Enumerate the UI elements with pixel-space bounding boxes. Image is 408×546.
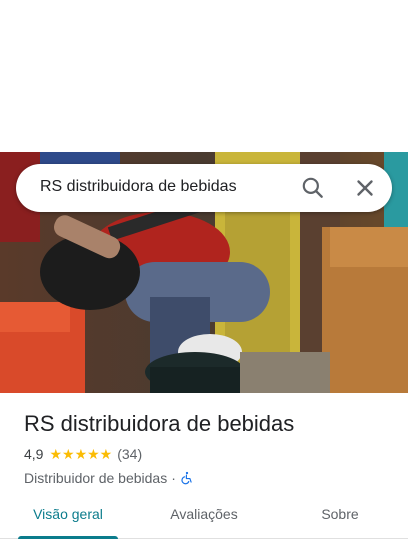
search-query-text[interactable]: RS distribuidora de bebidas: [40, 178, 237, 196]
place-tabs: Visão geral Avaliações Sobre: [0, 493, 408, 539]
search-bar[interactable]: RS distribuidora de bebidas: [16, 164, 392, 212]
review-count[interactable]: (34): [117, 446, 142, 462]
category-row: Distribuidor de bebidas ·: [24, 469, 392, 487]
wheelchair-icon: [181, 471, 192, 485]
place-title: RS distribuidora de bebidas: [24, 411, 295, 436]
separator-dot: ·: [171, 470, 176, 486]
place-info: RS distribuidora de bebidas 4,9 ★★★★★ (3…: [24, 411, 392, 487]
star-rating-icon: ★★★★★: [49, 445, 113, 462]
place-category[interactable]: Distribuidor de bebidas: [24, 470, 167, 486]
close-icon[interactable]: [352, 175, 378, 201]
tab-overview[interactable]: Visão geral: [0, 493, 136, 539]
tab-about[interactable]: Sobre: [272, 493, 408, 538]
tab-reviews[interactable]: Avaliações: [136, 493, 272, 538]
rating-row[interactable]: 4,9 ★★★★★ (34): [24, 445, 392, 463]
rating-value: 4,9: [24, 446, 44, 462]
search-icon[interactable]: [300, 175, 326, 201]
